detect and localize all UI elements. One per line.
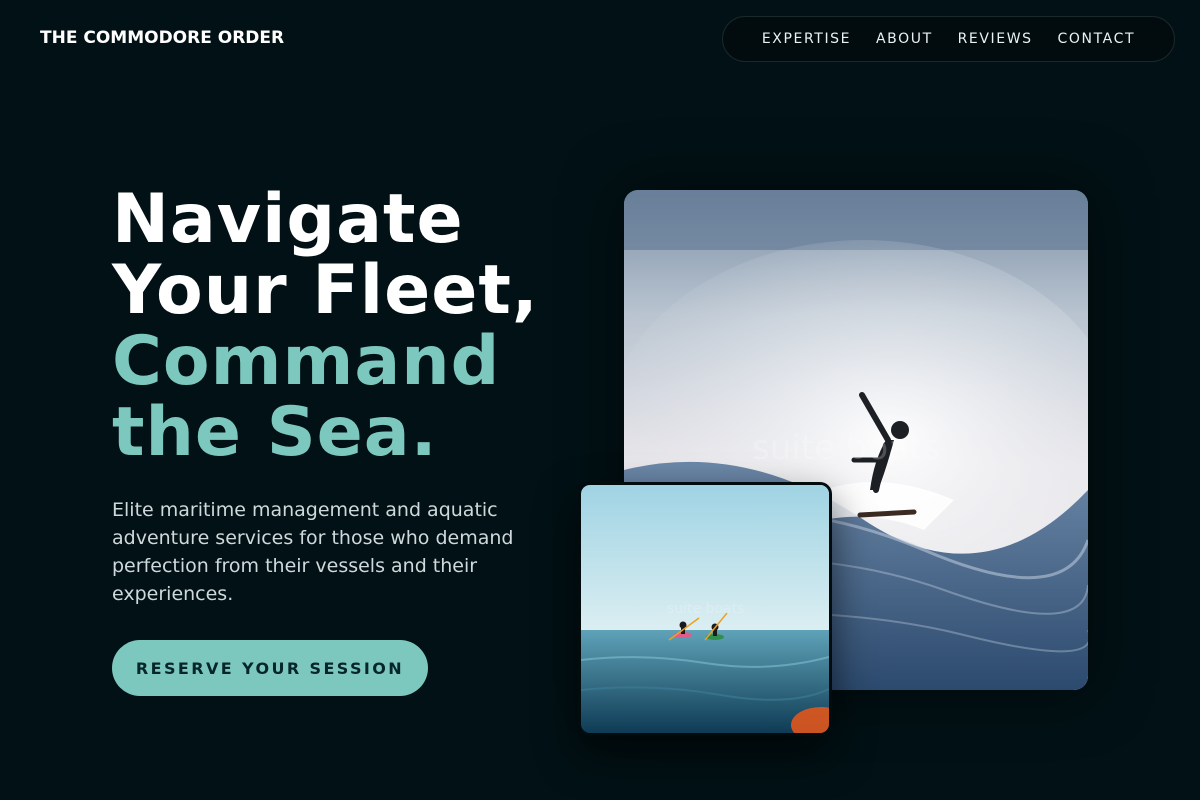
nav-link-about[interactable]: ABOUT [876,31,933,47]
reserve-session-button[interactable]: RESERVE YOUR SESSION [112,640,428,696]
small-photo-watermark: suite boats [667,601,745,617]
brand-logo[interactable]: THE COMMODORE ORDER [40,28,284,48]
nav-link-expertise[interactable]: EXPERTISE [762,31,851,47]
headline-line-1: Navigate [112,180,464,259]
main-photo-watermark: suite boats [752,428,941,468]
top-nav: EXPERTISE ABOUT REVIEWS CONTACT [722,16,1175,62]
nav-link-reviews[interactable]: REVIEWS [958,31,1033,47]
headline-line-4: the Sea. [112,393,438,472]
hero-subtitle: Elite maritime management and aquatic ad… [112,499,514,605]
nav-link-contact[interactable]: CONTACT [1058,31,1136,47]
landing-page: THE COMMODORE ORDER EXPERTISE ABOUT REVI… [0,0,1200,800]
hero-headline: Navigate Your Fleet, Command the Sea. [112,184,539,468]
headline-line-3: Command [112,322,501,401]
kayak-photo: suite boats [578,482,832,736]
headline-line-2: Your Fleet, [112,251,539,330]
